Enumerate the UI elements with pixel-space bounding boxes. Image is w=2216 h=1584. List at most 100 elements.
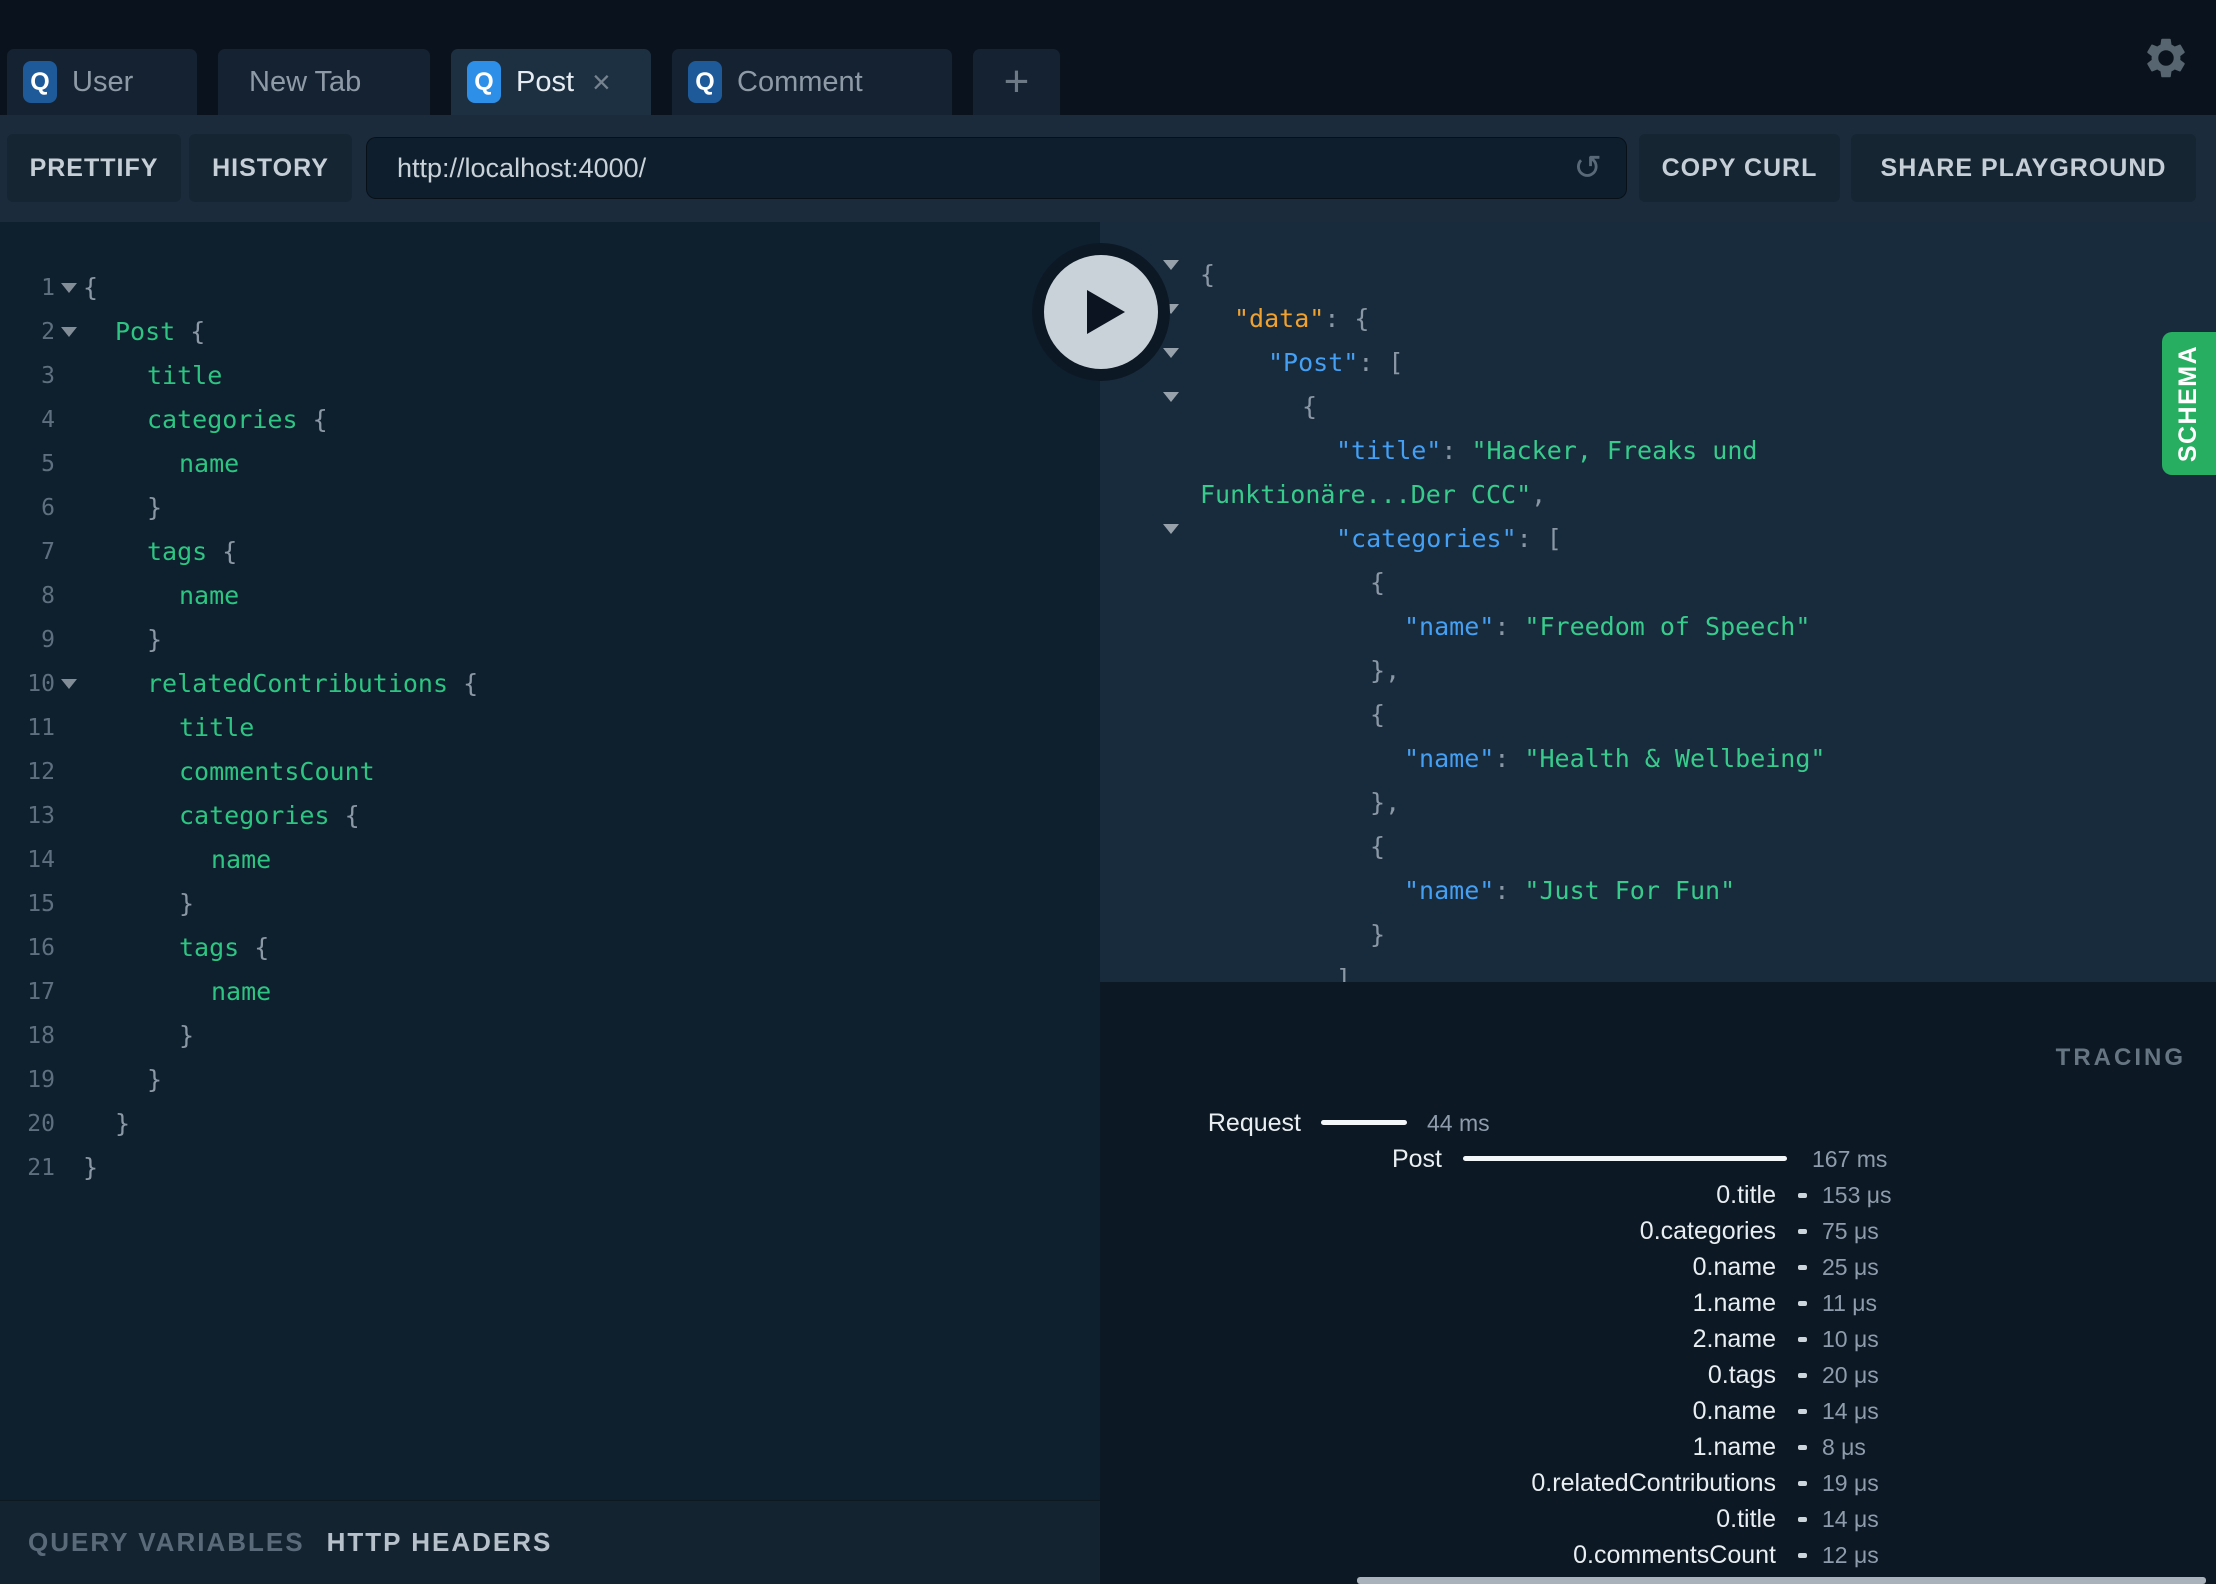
response-text: "name": "Health & Wellbeing"	[1404, 744, 1826, 773]
fold-arrow-icon[interactable]	[1163, 524, 1179, 552]
trace-row: 0.tags 20 μs	[1100, 1357, 2216, 1393]
schema-tab[interactable]: SCHEMA	[2162, 332, 2216, 475]
response-text: "categories": [	[1336, 524, 1562, 553]
main-split: 1{2 Post {3 title 4 categories {5 name 6} 7 tags…	[0, 222, 2216, 1584]
editor-line[interactable]: 4 categories {	[0, 398, 1100, 442]
response-text: "data": {	[1234, 304, 1370, 333]
fold-arrow-icon[interactable]	[55, 283, 83, 293]
history-button[interactable]: HISTORY	[189, 134, 352, 202]
line-number: 17	[27, 979, 55, 1005]
share-playground-button[interactable]: SHARE PLAYGROUND	[1851, 134, 2196, 202]
tab-comment[interactable]: Q Comment	[672, 49, 952, 115]
response-line: "categories": [	[1100, 517, 2216, 561]
response-text: "title": "Hacker, Freaks und	[1336, 436, 1758, 465]
execute-query-button[interactable]	[1032, 243, 1170, 381]
trace-duration-bar	[1321, 1120, 1407, 1125]
url-input[interactable]: http://localhost:4000/ ↺	[366, 137, 1627, 199]
editor-line[interactable]: 18}	[0, 1014, 1100, 1058]
code-text: }	[179, 1021, 195, 1050]
response-line: {	[1100, 825, 2216, 869]
editor-line[interactable]: 6}	[0, 486, 1100, 530]
trace-time: 75 μs	[1822, 1218, 1879, 1244]
line-number: 16	[27, 935, 55, 961]
copy-curl-button[interactable]: COPY CURL	[1639, 134, 1840, 202]
editor-line[interactable]: 9}	[0, 618, 1100, 662]
trace-dash-icon	[1798, 1445, 1807, 1450]
fold-arrow-icon[interactable]	[1163, 392, 1179, 420]
code-text: commentsCount	[179, 757, 375, 786]
editor-line[interactable]: 10 relatedContributions {	[0, 662, 1100, 706]
editor-line[interactable]: 12 commentsCount	[0, 750, 1100, 794]
editor-line[interactable]: 21}	[0, 1146, 1100, 1190]
trace-label: 0.tags	[1707, 1361, 1776, 1389]
trace-time: 10 μs	[1822, 1326, 1879, 1352]
code-text: }	[147, 625, 163, 654]
response-line: }	[1100, 913, 2216, 957]
response-text: "name": "Just For Fun"	[1404, 876, 1736, 905]
response-line: "title": "Hacker, Freaks und	[1100, 429, 2216, 473]
line-number: 6	[41, 495, 55, 521]
tab-new-tab[interactable]: New Tab	[218, 49, 430, 115]
trace-time: 14 μs	[1822, 1398, 1879, 1424]
query-variables-tab[interactable]: QUERY VARIABLES	[28, 1527, 305, 1558]
editor-line[interactable]: 8 name	[0, 574, 1100, 618]
fold-arrow-icon[interactable]	[55, 327, 83, 337]
editor-line[interactable]: 15}	[0, 882, 1100, 926]
close-icon[interactable]: ×	[592, 66, 611, 98]
line-number: 8	[41, 583, 55, 609]
code-text: name	[211, 845, 272, 874]
fold-arrow-icon[interactable]	[55, 679, 83, 689]
line-number: 7	[41, 539, 55, 565]
response-text: {	[1370, 568, 1386, 597]
editor-line[interactable]: 5 name	[0, 442, 1100, 486]
refresh-icon[interactable]: ↺	[1574, 151, 1603, 185]
http-headers-tab[interactable]: HTTP HEADERS	[327, 1527, 553, 1558]
editor-line[interactable]: 19}	[0, 1058, 1100, 1102]
plus-icon: +	[1003, 57, 1030, 106]
editor-line[interactable]: 16 tags {	[0, 926, 1100, 970]
trace-time: 19 μs	[1822, 1470, 1879, 1496]
new-tab-button[interactable]: +	[973, 49, 1060, 115]
play-icon	[1087, 290, 1125, 334]
tracing-horizontal-scrollbar[interactable]	[1357, 1577, 2206, 1584]
trace-time: 11 μs	[1822, 1290, 1878, 1316]
editor-line[interactable]: 17 name	[0, 970, 1100, 1014]
trace-time: 153 μs	[1822, 1182, 1892, 1208]
fold-arrow-icon[interactable]	[1163, 260, 1179, 288]
play-button-circle	[1044, 255, 1158, 369]
tab-label: Comment	[737, 65, 863, 98]
response-line: "data": {	[1100, 297, 2216, 341]
fold-arrow-icon[interactable]	[1163, 348, 1179, 376]
code-text: }	[83, 1153, 99, 1182]
editor-line[interactable]: 3 title	[0, 354, 1100, 398]
editor-line[interactable]: 1{	[0, 266, 1100, 310]
code-text: tags {	[147, 537, 238, 566]
trace-label: 0.relatedContributions	[1531, 1469, 1776, 1497]
editor-line[interactable]: 14 name	[0, 838, 1100, 882]
line-number: 9	[41, 627, 55, 653]
settings-gear-icon[interactable]	[2142, 34, 2190, 82]
prettify-button[interactable]: PRETTIFY	[7, 134, 181, 202]
query-badge-icon: Q	[23, 61, 57, 103]
tab-post[interactable]: Q Post ×	[451, 49, 651, 115]
trace-dash-icon	[1798, 1553, 1807, 1558]
line-number: 18	[27, 1023, 55, 1049]
editor-line[interactable]: 11 title	[0, 706, 1100, 750]
editor-line[interactable]: 13 categories {	[0, 794, 1100, 838]
response-line: },	[1100, 781, 2216, 825]
response-text: "Post": [	[1268, 348, 1404, 377]
editor-line[interactable]: 7 tags {	[0, 530, 1100, 574]
trace-dash-icon	[1798, 1337, 1807, 1342]
trace-time: 20 μs	[1822, 1362, 1879, 1388]
editor-line[interactable]: 20}	[0, 1102, 1100, 1146]
code-text: title	[147, 361, 223, 390]
tab-user[interactable]: Q User	[7, 49, 197, 115]
trace-row: 0.relatedContributions 19 μs	[1100, 1465, 2216, 1501]
trace-dash-icon	[1798, 1229, 1807, 1234]
trace-dash-icon	[1798, 1409, 1807, 1414]
trace-label: 2.name	[1692, 1325, 1776, 1353]
query-editor[interactable]: 1{2 Post {3 title 4 categories {5 name 6} 7 tags…	[0, 222, 1100, 1500]
editor-line[interactable]: 2 Post {	[0, 310, 1100, 354]
query-badge-icon: Q	[688, 61, 722, 103]
toolbar: PRETTIFY HISTORY http://localhost:4000/ …	[0, 115, 2216, 222]
